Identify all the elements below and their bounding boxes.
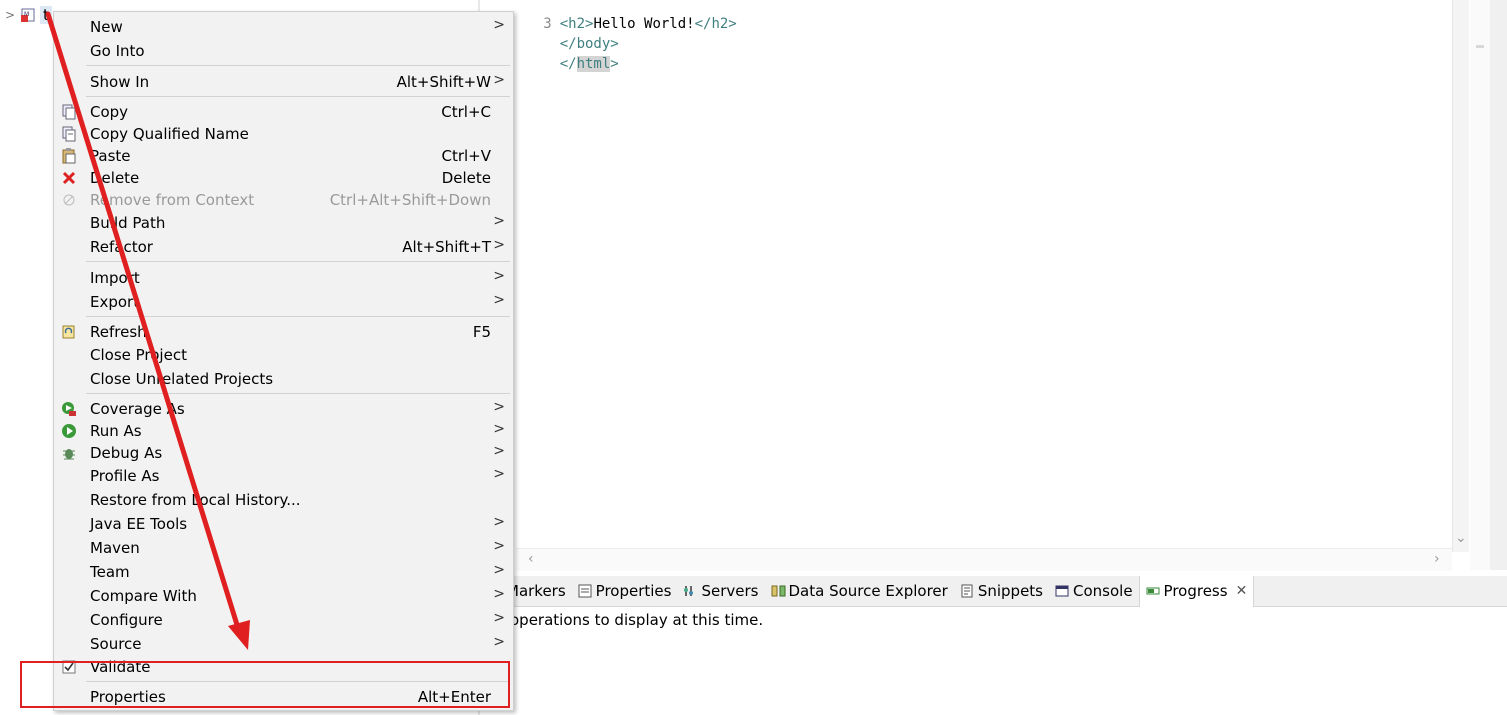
annotation-arrow-icon bbox=[45, 11, 250, 650]
